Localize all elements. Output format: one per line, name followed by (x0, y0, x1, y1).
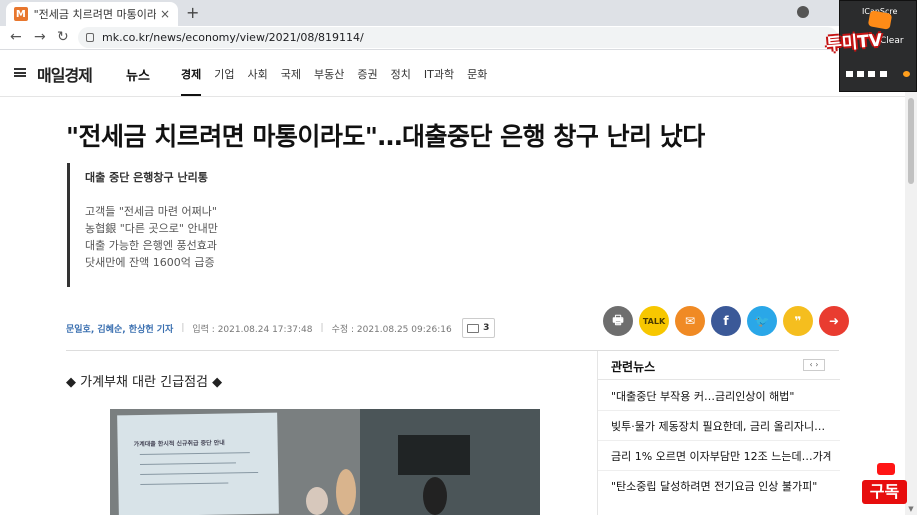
kakaotalk-button[interactable]: TALK (639, 306, 669, 336)
article-photo: 가계대출 한시적 신규취급 중단 안내 (110, 409, 540, 515)
tab-menu-icon[interactable] (797, 6, 809, 18)
channel-logo: 투미TV (825, 10, 893, 60)
byline-separator: | (181, 323, 185, 333)
scroll-thumb[interactable] (908, 98, 914, 184)
photo-notice-sign: 가계대출 한시적 신규취급 중단 안내 (117, 412, 279, 515)
list-divider (598, 470, 840, 471)
site-favicon: M (14, 7, 28, 21)
byline-separator: | (320, 323, 324, 333)
email-button[interactable]: ✉ (675, 306, 705, 336)
bank-display-screen (398, 435, 470, 475)
comment-count: 3 (483, 323, 490, 333)
site-header: 매일경제 뉴스 경제 기업 사회 국제 부동산 증권 정치 IT과학 문화 (0, 51, 905, 97)
summary-line: 대출 가능한 은행엔 풍선효과 (85, 239, 217, 252)
recorder-tool-icon[interactable] (846, 71, 853, 77)
comment-button[interactable]: 3 (461, 318, 495, 338)
bank-customer (336, 469, 356, 515)
summary-line: 닷새만에 잔액 1600억 급증 (85, 256, 215, 269)
summary-line: 고객들 "전세금 마련 어쩌나" (85, 205, 217, 218)
summary-main: 대출 중단 은행창구 난리통 (85, 171, 208, 184)
photo-notice-line (139, 452, 250, 456)
share-more-button[interactable]: ➜ (819, 306, 849, 336)
article-authors[interactable]: 문일호, 김혜순, 한상헌 기자 (66, 322, 173, 335)
channel-logo-text: 투미TV (825, 30, 884, 56)
modified-time: 수정 : 2021.08.25 09:26:16 (331, 324, 452, 335)
related-news-item[interactable]: 금리 1% 오르면 이자부담만 12조 느는데…가계… (611, 448, 831, 464)
hamburger-menu-icon[interactable] (14, 68, 26, 77)
back-icon[interactable]: ← (10, 29, 22, 45)
related-news-item[interactable]: "대출중단 부작용 커…금리인상이 해법" (611, 388, 831, 404)
section-heading: ◆ 가계부채 대란 긴급점검 ◆ (66, 375, 223, 390)
related-news-pagination[interactable]: ‹ › (803, 359, 825, 371)
plus-icon[interactable]: + (186, 3, 199, 22)
related-news-panel: 관련뉴스 ‹ › "대출중단 부작용 커…금리인상이 해법" 빚투·물가 제동장… (597, 351, 840, 515)
input-time: 입력 : 2021.08.24 17:37:48 (192, 324, 313, 335)
recorder-tool-icon[interactable] (857, 71, 864, 77)
scroll-down-icon[interactable]: ▼ (907, 505, 915, 513)
print-button[interactable]: 🖶 (603, 306, 633, 336)
lock-icon (86, 33, 94, 42)
share-buttons: 🖶 TALK ✉ f 🐦 ❞ ➜ (603, 306, 849, 336)
reload-icon[interactable]: ↻ (57, 29, 69, 45)
nav-item-culture[interactable]: 문화 (467, 66, 487, 82)
related-news-item[interactable]: "탄소중립 달성하려면 전기요금 인상 불가피" (611, 478, 831, 494)
browser-tab[interactable]: M "전세금 치르려면 마통이라도"… × (6, 2, 178, 26)
youtube-icon (877, 463, 904, 475)
twitter-button[interactable]: 🐦 (747, 306, 777, 336)
photo-notice-text: 가계대출 한시적 신규취급 중단 안내 (133, 439, 225, 449)
url-text: mk.co.kr/news/economy/view/2021/08/81911… (102, 31, 364, 44)
tab-title: "전세금 치르려면 마통이라도"… (33, 8, 156, 21)
subscribe-label: 구독 (862, 480, 907, 504)
photo-notice-line (140, 471, 259, 476)
play-icon (899, 466, 904, 472)
forward-icon[interactable]: → (34, 29, 46, 45)
photo-notice-line (139, 462, 236, 466)
nav-item-real-estate[interactable]: 부동산 (314, 66, 344, 82)
article-summary: 대출 중단 은행창구 난리통 고객들 "전세금 마련 어쩌나" 농협銀 "다른 … (67, 163, 327, 287)
article-headline: "전세금 치르려면 마통이라도"…대출중단 은행 창구 난리 났다 (66, 122, 705, 151)
nav-item-economy[interactable]: 경제 (181, 66, 202, 96)
main-navigation: 경제 기업 사회 국제 부동산 증권 정치 IT과학 문화 (181, 66, 500, 96)
recorder-tool-icon[interactable] (880, 71, 887, 77)
summary-line: 농협銀 "다른 곳으로" 안내만 (85, 222, 218, 235)
recorder-status-icon[interactable] (903, 71, 910, 77)
nav-item-politics[interactable]: 정치 (391, 66, 411, 82)
browser-tab-bar: M "전세금 치르려면 마통이라도"… × + (0, 0, 917, 26)
nav-item-society[interactable]: 사회 (248, 66, 268, 82)
address-bar-row: ← → ↻ mk.co.kr/news/economy/view/2021/08… (0, 26, 917, 50)
article-byline: 문일호, 김혜순, 한상헌 기자 | 입력 : 2021.08.24 17:37… (66, 318, 495, 338)
nav-item-world[interactable]: 국제 (281, 66, 301, 82)
nav-item-business[interactable]: 기업 (214, 66, 234, 82)
nav-item-stocks[interactable]: 증권 (357, 66, 377, 82)
list-divider (598, 410, 840, 411)
news-section-link[interactable]: 뉴스 (126, 65, 150, 84)
site-logo[interactable]: 매일경제 (37, 62, 93, 86)
photo-notice-line (140, 482, 229, 486)
related-news-item[interactable]: 빚투·물가 제동장치 필요한데, 금리 올리자니… (611, 418, 831, 434)
related-news-title: 관련뉴스 (611, 360, 656, 374)
bank-customer (306, 487, 328, 515)
nav-item-it-science[interactable]: IT과학 (424, 66, 454, 82)
list-divider (598, 440, 840, 441)
kakaostory-button[interactable]: ❞ (783, 306, 813, 336)
comment-icon (467, 323, 480, 333)
page-scrollbar[interactable]: ▲ ▼ (905, 51, 917, 515)
related-news-header: 관련뉴스 ‹ › (598, 351, 840, 380)
address-bar[interactable]: mk.co.kr/news/economy/view/2021/08/81911… (78, 27, 838, 48)
facebook-button[interactable]: f (711, 306, 741, 336)
subscribe-overlay[interactable]: 구독 (862, 463, 907, 505)
close-icon[interactable]: × (160, 7, 170, 21)
recorder-tool-icon[interactable] (868, 71, 875, 77)
bank-customer (423, 477, 447, 515)
